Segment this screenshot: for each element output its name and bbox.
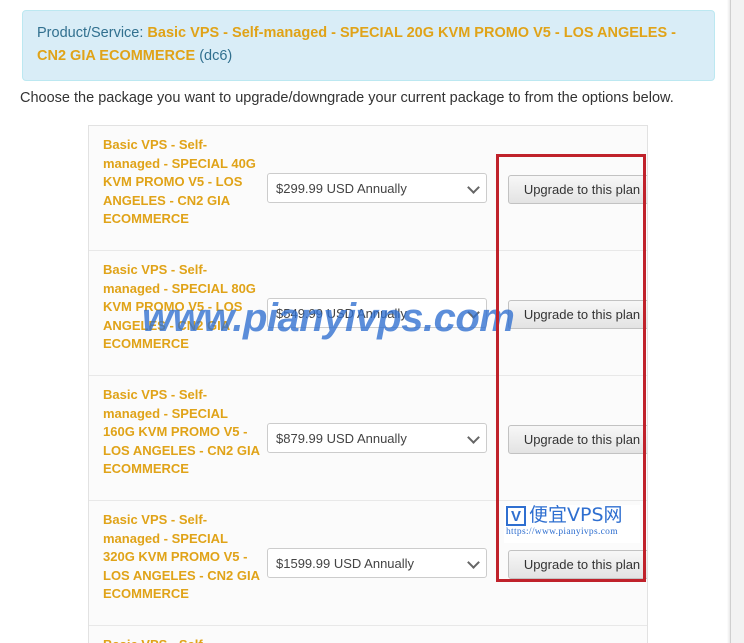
product-service-banner: Product/Service: Basic VPS - Self-manage… bbox=[22, 10, 715, 81]
billing-cycle-select[interactable]: $299.99 USD Annually bbox=[267, 173, 487, 203]
package-name: Basic VPS - Self-managed - SPECIAL 80G K… bbox=[103, 262, 256, 351]
package-name: Basic VPS - Self- bbox=[103, 636, 263, 643]
billing-cycle-select-wrapper: $299.99 USD Annually bbox=[267, 173, 487, 203]
logo-v-icon: V bbox=[506, 505, 526, 526]
package-row: Basic VPS - Self- bbox=[89, 626, 647, 643]
upgrade-to-this-plan-button[interactable]: Upgrade to this plan bbox=[508, 300, 647, 329]
scrollbar-gutter[interactable] bbox=[730, 0, 744, 643]
instruction-text: Choose the package you want to upgrade/d… bbox=[20, 90, 674, 106]
logo-chinese-text: 便宜VPS网 bbox=[529, 505, 623, 526]
package-name: Basic VPS - Self-managed - SPECIAL 40G K… bbox=[103, 137, 256, 226]
upgrade-to-this-plan-button[interactable]: Upgrade to this plan bbox=[508, 175, 647, 204]
billing-cycle-select[interactable]: $1599.99 USD Annually bbox=[267, 548, 487, 578]
package-row: Basic VPS - Self-managed - SPECIAL 80G K… bbox=[89, 251, 647, 376]
billing-cycle-select-wrapper: $1599.99 USD Annually bbox=[267, 548, 487, 578]
billing-cycle-select-wrapper: $879.99 USD Annually bbox=[267, 423, 487, 453]
billing-cycle-select-wrapper: $549.99 USD Annually bbox=[267, 298, 487, 328]
logo-url-text: https://www.pianyivps.com bbox=[506, 527, 618, 537]
upgrade-to-this-plan-button[interactable]: Upgrade to this plan bbox=[508, 425, 647, 454]
site-logo-watermark: V 便宜VPS网 https://www.pianyivps.com bbox=[504, 505, 640, 543]
package-name: Basic VPS - Self-managed - SPECIAL 320G … bbox=[103, 512, 260, 601]
billing-cycle-select[interactable]: $879.99 USD Annually bbox=[267, 423, 487, 453]
package-options-panel: Basic VPS - Self-managed - SPECIAL 40G K… bbox=[88, 125, 648, 643]
page-root: Product/Service: Basic VPS - Self-manage… bbox=[0, 0, 744, 643]
product-service-label: Product/Service: bbox=[37, 25, 148, 41]
upgrade-to-this-plan-button[interactable]: Upgrade to this plan bbox=[508, 550, 647, 579]
package-row: Basic VPS - Self-managed - SPECIAL 160G … bbox=[89, 376, 647, 501]
package-row: Basic VPS - Self-managed - SPECIAL 40G K… bbox=[89, 126, 647, 251]
package-name: Basic VPS - Self-managed - SPECIAL 160G … bbox=[103, 387, 260, 476]
product-service-datacenter: (dc6) bbox=[195, 48, 233, 64]
billing-cycle-select[interactable]: $549.99 USD Annually bbox=[267, 298, 487, 328]
logo-row: V 便宜VPS网 bbox=[506, 505, 623, 526]
